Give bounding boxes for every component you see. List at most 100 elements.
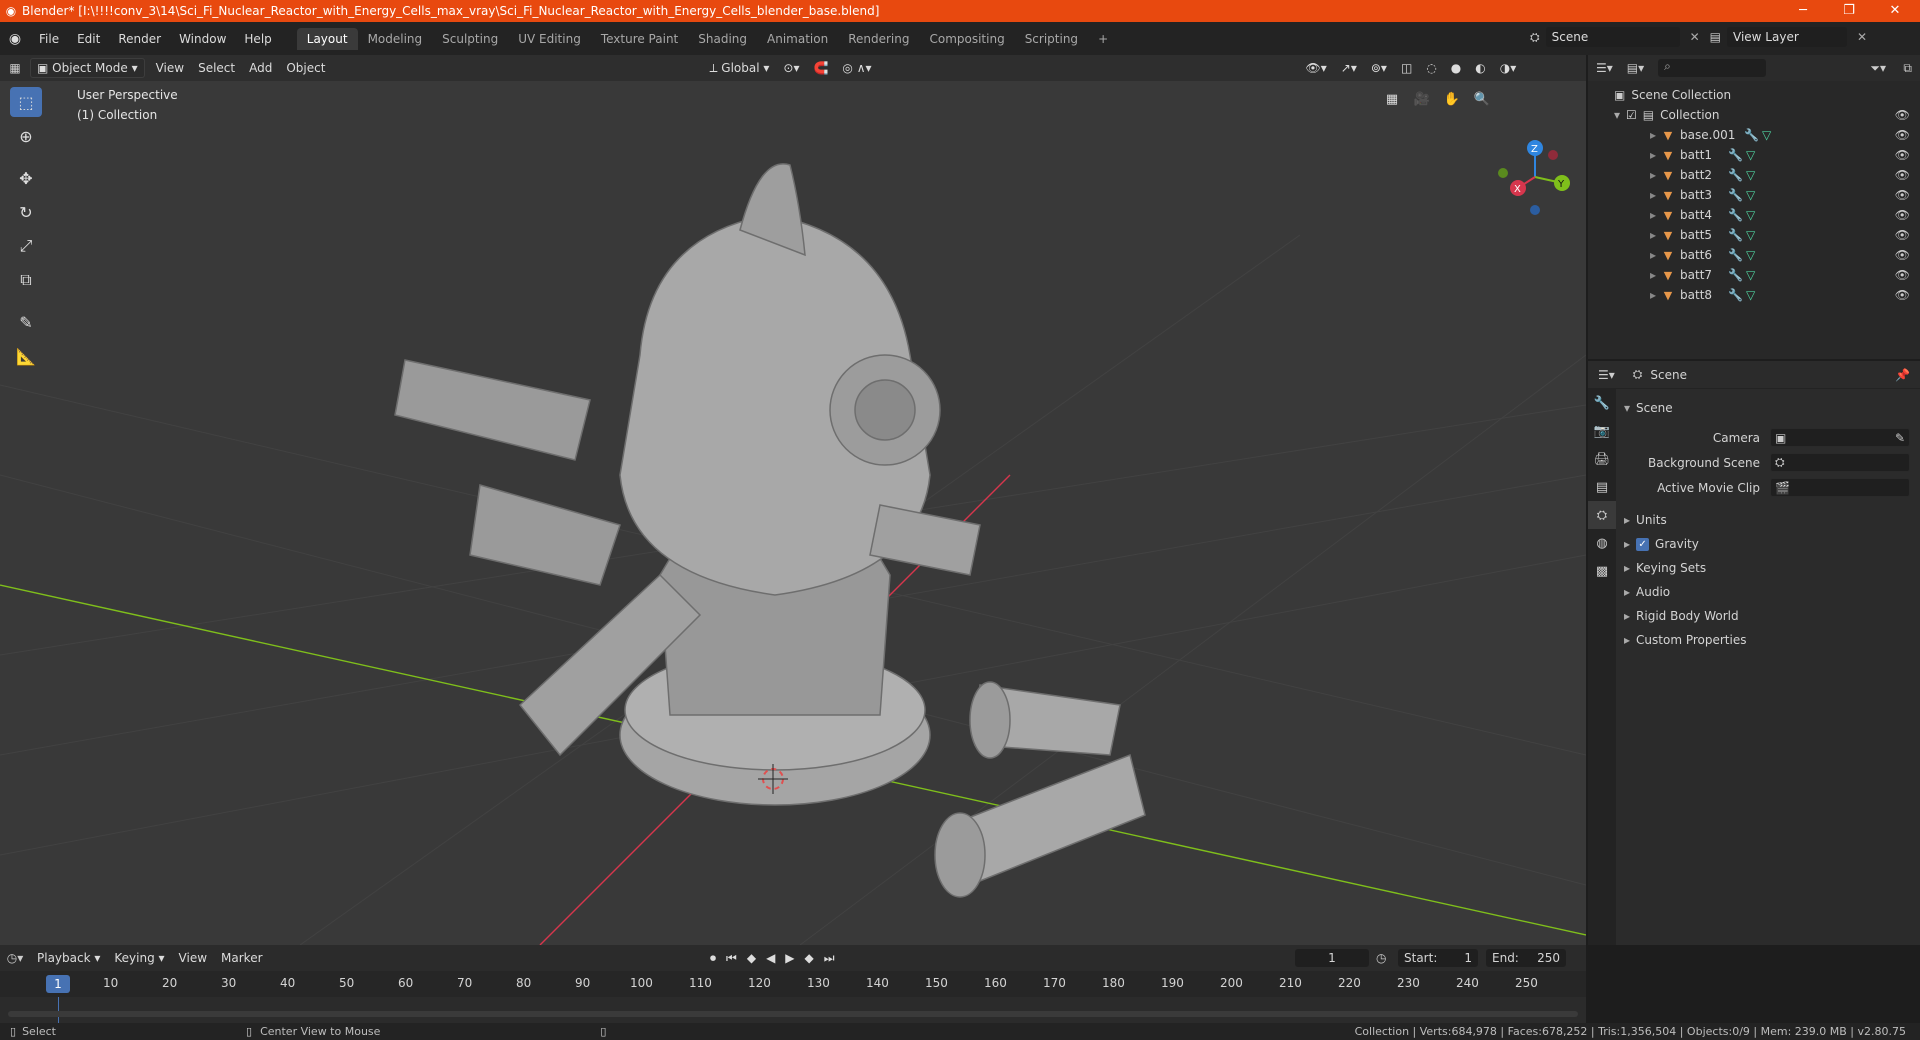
texture-tab-icon[interactable]: ▩ — [1588, 557, 1616, 585]
mesh-data-icon[interactable]: ▽ — [1746, 148, 1764, 162]
outliner-item-base001[interactable]: ▸ ▼ base.001 🔧 ▽ 👁 — [1588, 125, 1920, 145]
eye-icon[interactable]: 👁 — [1895, 268, 1910, 282]
annotate-tool-icon[interactable]: ✎ — [10, 307, 42, 337]
timeline-ruler[interactable]: 1 10 20 30 40 50 60 70 80 90 100 110 120… — [0, 971, 1586, 997]
modifier-wrench-icon[interactable]: 🔧 — [1744, 128, 1762, 142]
collection-row[interactable]: ▾ ☑ ▤ Collection 👁 — [1588, 105, 1920, 125]
eye-icon[interactable]: 👁 — [1895, 148, 1910, 162]
expand-arrow-icon[interactable]: ▸ — [1650, 148, 1656, 162]
modifier-wrench-icon[interactable]: 🔧 — [1728, 288, 1746, 302]
tab-modeling[interactable]: Modeling — [358, 28, 433, 50]
expand-arrow-icon[interactable]: ▸ — [1650, 168, 1656, 182]
timeline-menu-marker[interactable]: Marker — [214, 951, 269, 965]
shading-wireframe-icon[interactable]: ◌ — [1419, 61, 1443, 75]
timeline-editor-icon[interactable]: ◷▾ — [0, 951, 30, 965]
modifier-wrench-icon[interactable]: 🔧 — [1728, 208, 1746, 222]
visibility-icon[interactable]: 👁▾ — [1299, 61, 1334, 75]
eye-icon[interactable]: 👁 — [1895, 248, 1910, 262]
properties-editor-icon[interactable]: ☰▾ — [1598, 368, 1615, 382]
transform-orientation-select[interactable]: ⟂ Global ▾ — [702, 61, 776, 76]
mesh-data-icon[interactable]: ▽ — [1762, 128, 1780, 142]
tab-compositing[interactable]: Compositing — [919, 28, 1014, 50]
tab-texture-paint[interactable]: Texture Paint — [591, 28, 688, 50]
gravity-checkbox[interactable]: ✓ — [1636, 537, 1650, 551]
menu-render[interactable]: Render — [109, 32, 170, 46]
outliner-item-batt6[interactable]: ▸ ▼ batt6 🔧 ▽ 👁 — [1588, 245, 1920, 265]
jump-start-icon[interactable]: ⏮ — [726, 951, 737, 966]
xray-icon[interactable]: ◫ — [1394, 61, 1419, 75]
viewport-menu-view[interactable]: View — [149, 61, 191, 75]
current-frame-field[interactable]: 1 — [1295, 949, 1369, 967]
eye-icon[interactable]: 👁 — [1895, 168, 1910, 182]
background-scene-field[interactable]: ⛭ — [1770, 453, 1910, 472]
collapse-arrow-icon[interactable]: ▾ — [1614, 108, 1620, 122]
tab-uv-editing[interactable]: UV Editing — [508, 28, 591, 50]
rotate-tool-icon[interactable]: ↻ — [10, 197, 42, 227]
minimize-button[interactable]: ─ — [1780, 0, 1826, 22]
view-layer-tab-icon[interactable]: ▤ — [1588, 473, 1616, 501]
scene-collection-row[interactable]: ▣ Scene Collection — [1588, 85, 1920, 105]
play-reverse-icon[interactable]: ◀ — [766, 951, 775, 966]
toggle-perspective-icon[interactable]: ▦ — [1380, 87, 1404, 111]
outliner-editor-icon[interactable]: ☰▾ — [1596, 61, 1613, 75]
eye-icon[interactable]: 👁 — [1895, 108, 1910, 122]
timeline-menu-view[interactable]: View — [172, 951, 214, 965]
eye-icon[interactable]: 👁 — [1895, 188, 1910, 202]
cursor-tool-icon[interactable]: ⊕ — [10, 121, 42, 151]
menu-window[interactable]: Window — [170, 32, 235, 46]
camera-field[interactable]: ▣ ✎ — [1770, 428, 1910, 447]
mesh-data-icon[interactable]: ▽ — [1746, 168, 1764, 182]
outliner-item-batt2[interactable]: ▸ ▼ batt2 🔧 ▽ 👁 — [1588, 165, 1920, 185]
menu-help[interactable]: Help — [235, 32, 280, 46]
render-tab-icon[interactable]: 📷 — [1588, 417, 1616, 445]
new-collection-icon[interactable]: ⧉ — [1903, 61, 1912, 76]
expand-arrow-icon[interactable]: ▸ — [1650, 288, 1656, 302]
outliner-item-batt5[interactable]: ▸ ▼ batt5 🔧 ▽ 👁 — [1588, 225, 1920, 245]
next-keyframe-icon[interactable]: ◆ — [805, 951, 814, 966]
scene-selector[interactable]: Scene — [1545, 27, 1680, 47]
shading-rendered-icon[interactable]: ◑▾ — [1493, 61, 1524, 75]
close-button[interactable]: ✕ — [1872, 0, 1918, 22]
expand-arrow-icon[interactable]: ▸ — [1650, 228, 1656, 242]
editor-type-icon[interactable]: ▦ — [0, 61, 30, 75]
shading-solid-icon[interactable]: ● — [1444, 61, 1468, 75]
eye-icon[interactable]: 👁 — [1895, 228, 1910, 242]
mesh-data-icon[interactable]: ▽ — [1746, 188, 1764, 202]
add-workspace-button[interactable]: + — [1088, 28, 1118, 50]
move-tool-icon[interactable]: ✥ — [10, 163, 42, 193]
transform-tool-icon[interactable]: ⧉ — [10, 265, 42, 295]
prev-keyframe-icon[interactable]: ◆ — [747, 951, 756, 966]
blender-menu-icon[interactable]: ◉ — [0, 31, 30, 47]
outliner-item-batt3[interactable]: ▸ ▼ batt3 🔧 ▽ 👁 — [1588, 185, 1920, 205]
expand-arrow-icon[interactable]: ▸ — [1650, 268, 1656, 282]
overlays-icon[interactable]: ⊚▾ — [1364, 61, 1394, 75]
output-tab-icon[interactable]: 🖨 — [1588, 445, 1616, 473]
gizmo-toggle-icon[interactable]: ↗▾ — [1334, 61, 1364, 75]
panel-custom-properties[interactable]: ▸ Custom Properties — [1624, 628, 1914, 652]
tab-animation[interactable]: Animation — [757, 28, 838, 50]
record-icon[interactable]: ⏺ — [710, 951, 716, 966]
camera-view-icon[interactable]: 🎥 — [1410, 87, 1434, 111]
scene-close-icon[interactable]: ✕ — [1690, 30, 1700, 44]
timeline-menu-playback[interactable]: Playback ▾ — [30, 951, 107, 965]
panel-rigid-body-world[interactable]: ▸ Rigid Body World — [1624, 604, 1914, 628]
eye-icon[interactable]: 👁 — [1895, 208, 1910, 222]
viewport-menu-select[interactable]: Select — [191, 61, 242, 75]
scene-section-header[interactable]: ▾ Scene — [1624, 397, 1914, 419]
eye-icon[interactable]: 👁 — [1895, 128, 1910, 142]
mesh-data-icon[interactable]: ▽ — [1746, 288, 1764, 302]
expand-arrow-icon[interactable]: ▸ — [1650, 208, 1656, 222]
timeline-scrollbar[interactable] — [8, 1011, 1578, 1017]
panel-keying-sets[interactable]: ▸ Keying Sets — [1624, 556, 1914, 580]
pivot-point-icon[interactable]: ⊙▾ — [776, 61, 806, 75]
world-tab-icon[interactable]: ◍ — [1588, 529, 1616, 557]
shading-material-icon[interactable]: ◐ — [1468, 61, 1492, 75]
play-icon[interactable]: ▶ — [785, 951, 794, 966]
modifier-wrench-icon[interactable]: 🔧 — [1728, 148, 1746, 162]
modifier-wrench-icon[interactable]: 🔧 — [1728, 268, 1746, 282]
active-movie-clip-field[interactable]: 🎬 — [1770, 478, 1910, 497]
viewport-menu-add[interactable]: Add — [242, 61, 279, 75]
tab-sculpting[interactable]: Sculpting — [432, 28, 508, 50]
timeline-track-area[interactable] — [0, 997, 1586, 1023]
scale-tool-icon[interactable]: ⤢ — [10, 231, 42, 261]
